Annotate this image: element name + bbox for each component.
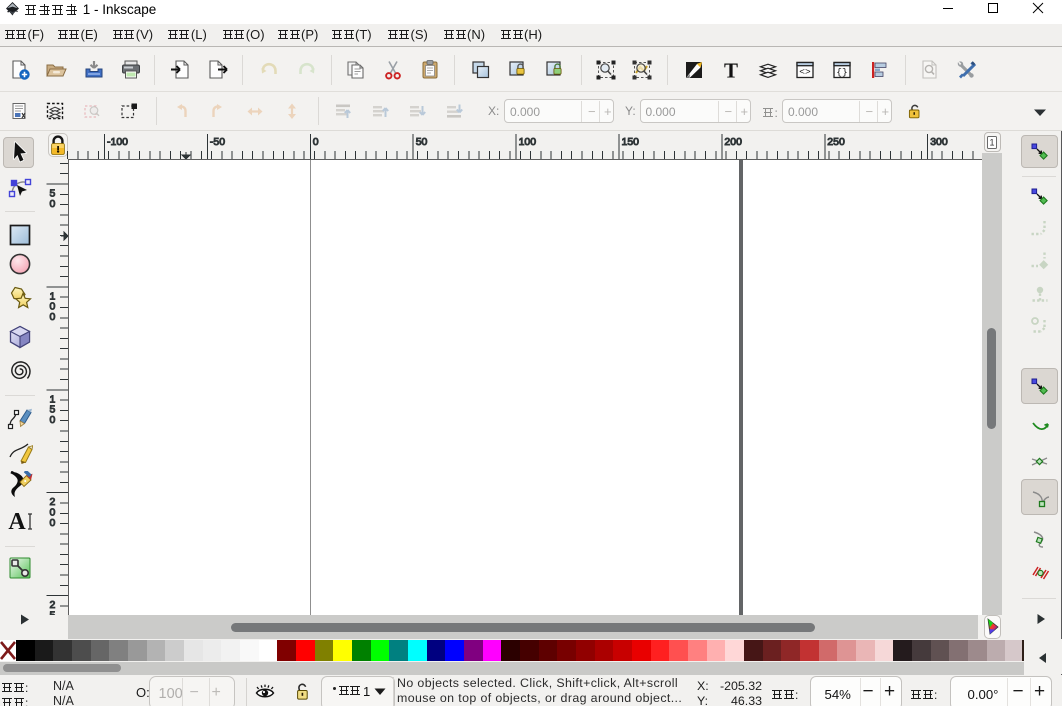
svg-text:<>: <> [799, 67, 811, 78]
svg-text:-50: -50 [210, 136, 225, 148]
svg-text:0: 0 [50, 516, 56, 528]
svg-text:50: 50 [416, 136, 428, 148]
svg-text:A: A [8, 509, 26, 534]
svg-text:250: 250 [827, 136, 845, 148]
svg-text:100: 100 [519, 136, 537, 148]
svg-text:150: 150 [622, 136, 640, 148]
svg-text:5: 5 [50, 609, 56, 615]
svg-text:1: 1 [989, 137, 994, 147]
svg-text:T: T [724, 59, 738, 81]
svg-text:0: 0 [313, 136, 319, 148]
svg-text:300: 300 [930, 136, 948, 148]
svg-text:{}: {} [836, 67, 847, 78]
svg-text:-100: -100 [107, 136, 128, 148]
svg-text:0: 0 [50, 311, 56, 323]
svg-text:200: 200 [724, 136, 742, 148]
svg-text:0: 0 [50, 413, 56, 425]
svg-text:0: 0 [50, 197, 56, 209]
